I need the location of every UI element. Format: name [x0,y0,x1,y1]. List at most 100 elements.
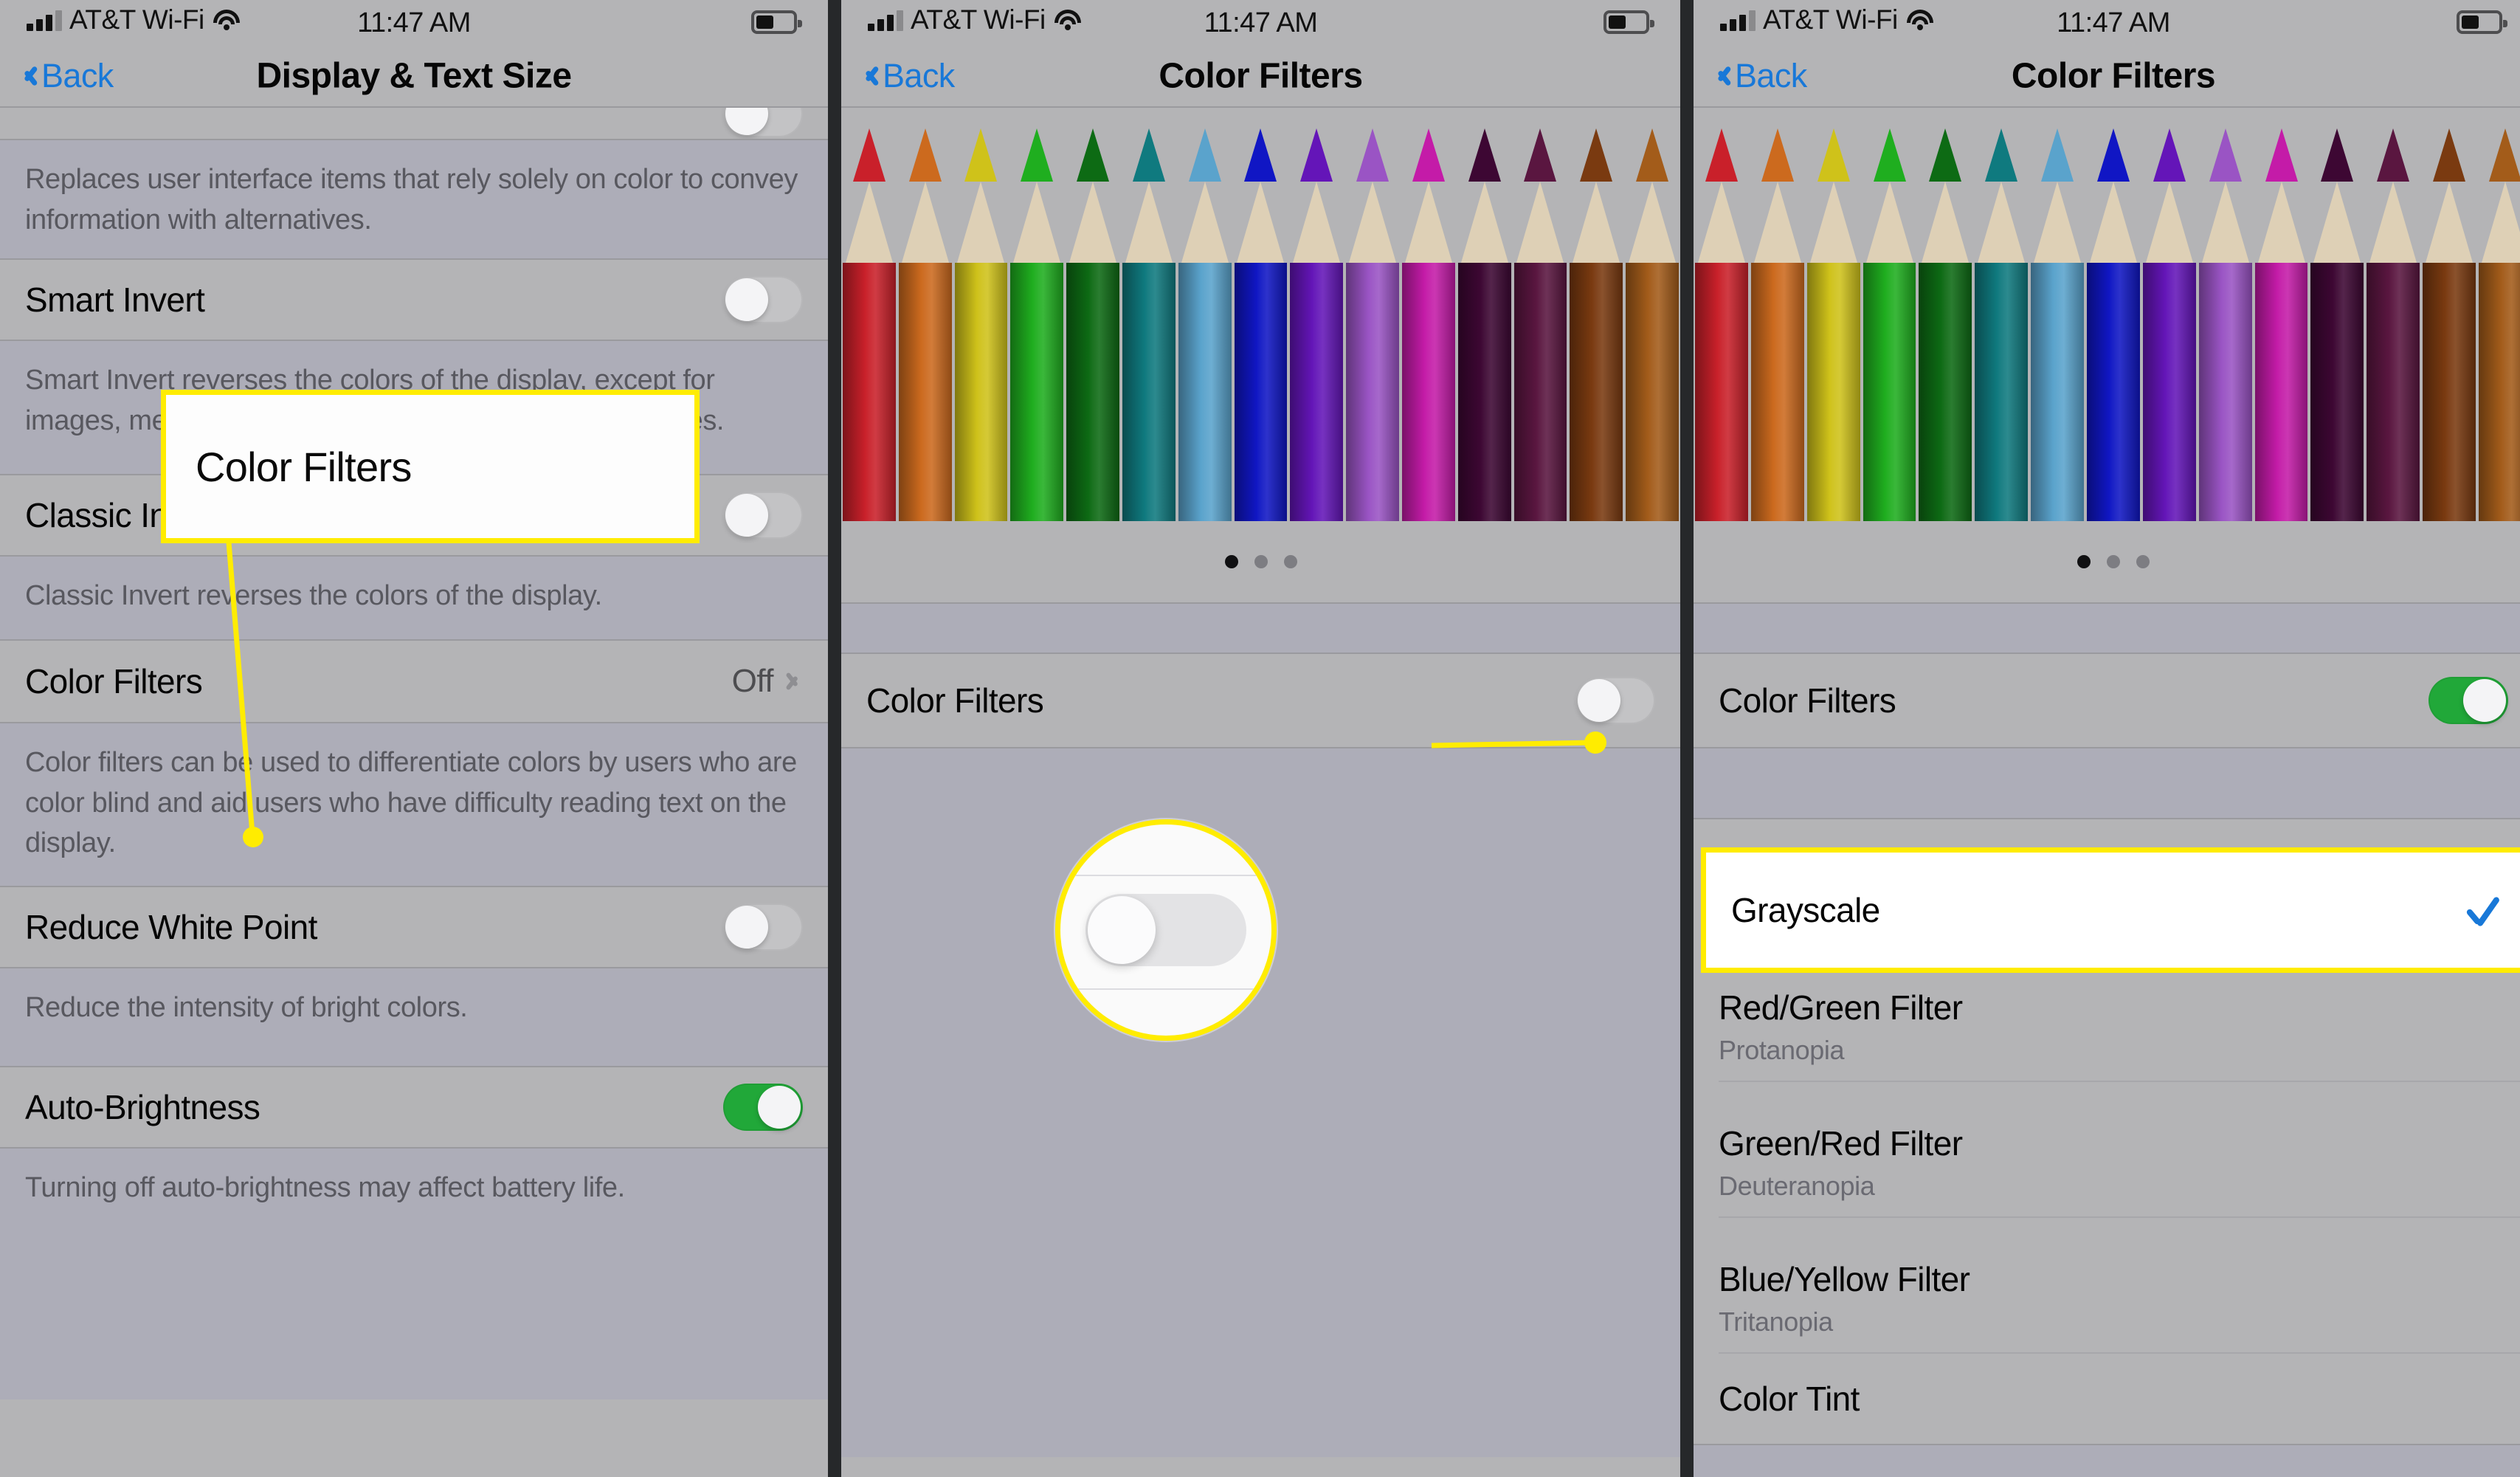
toggle-color-filters-3[interactable] [2428,677,2508,724]
status-bar-2: AT&T Wi-Fi 11:47 AM [841,0,1680,46]
option-row-grayscale[interactable]: Grayscale [1701,847,2520,973]
pencil-5 [1065,108,1121,521]
desc-color-filters: Color filters can be used to differentia… [0,723,828,886]
row-auto-brightness[interactable]: Auto-Brightness [0,1067,828,1147]
panel-gutter-2 [1680,0,1694,1477]
nav-bar-2: Back Color Filters [841,46,1680,106]
magnified-toggle-knob [1088,896,1156,964]
option-sub-blue-yellow-wrap: Tritanopia [1694,1306,2520,1352]
page-dots-3[interactable] [1694,521,2520,602]
pencil-3 [1806,108,1862,521]
row-label-reduce-white-point: Reduce White Point [25,908,317,946]
battery-icon [1604,10,1654,34]
callout-text: Color Filters [196,443,412,490]
page-title-1: Display & Text Size [256,56,572,96]
pencil-12 [1457,108,1513,521]
magnified-toggle-callout [1055,819,1277,1041]
page-title-2: Color Filters [1159,56,1363,96]
checkmark-icon [2465,893,2499,927]
pencil-10 [2198,108,2254,521]
bottom-spacer-3 [1694,1445,2520,1477]
row-color-filters[interactable]: Color Filters Off [0,641,828,722]
row-color-filters-toggle-3[interactable]: Color Filters [1694,654,2520,747]
option-sub-blue-yellow: Tritanopia [1719,1306,1833,1337]
callout-color-filters: Color Filters [161,390,700,543]
pencil-15 [2477,108,2520,521]
pencil-7 [1177,108,1233,521]
pencil-4 [1862,108,1918,521]
status-bar-1: AT&T Wi-Fi 11:47 AM [0,0,828,46]
page-dot-1[interactable] [2077,555,2091,568]
panel-color-filters-on: AT&T Wi-Fi 11:47 AM Back Color Filters C… [1694,0,2520,1477]
row-reduce-white-point[interactable]: Reduce White Point [0,887,828,967]
row-label-color-filters: Color Filters [25,662,203,700]
pencil-12 [2309,108,2365,521]
option-label-blue-yellow: Blue/Yellow Filter [1719,1260,1970,1298]
pencil-14 [1568,108,1624,521]
row-label-color-filters-2: Color Filters [866,681,1044,720]
pencil-2 [1750,108,1806,521]
pencil-13 [1513,108,1569,521]
pencil-13 [2365,108,2421,521]
toggle-reduce-white-point[interactable] [723,903,803,951]
panel-gutter-1 [828,0,841,1477]
colored-pencils-photo [841,108,1680,521]
toggle-color-filters-2[interactable] [1575,677,1655,724]
pencil-7 [2029,108,2085,521]
battery-icon [751,10,802,34]
option-sub-red-green: Protanopia [1719,1035,1845,1065]
toggle-smart-invert[interactable] [723,276,803,323]
bottom-spacer-2 [841,748,1680,1457]
status-clock: 11:47 AM [2057,7,2170,38]
pencil-8 [1233,108,1289,521]
status-bar-3: AT&T Wi-Fi 11:47 AM [1694,0,2520,46]
desc-reduce-white-point: Reduce the intensity of bright colors. [0,968,828,1066]
row-label-color-filters-3: Color Filters [1719,681,1896,720]
section-gap-3b [1694,748,2520,818]
section-gap-2 [841,604,1680,653]
page-dot-3[interactable] [1283,555,1297,568]
clipped-toggle[interactable] [723,108,803,137]
pencil-8 [2085,108,2141,521]
status-clock: 11:47 AM [357,7,471,38]
page-dot-1[interactable] [1224,555,1238,568]
page-dot-2[interactable] [1254,555,1268,568]
pencil-1 [1694,108,1750,521]
pencil-4 [1009,108,1065,521]
toggle-classic-invert[interactable] [723,492,803,539]
section-gap-3 [1694,604,2520,653]
clipped-toggle-row[interactable] [0,108,828,139]
pencil-9 [1288,108,1344,521]
battery-icon [2457,10,2507,34]
pencil-15 [1624,108,1680,521]
row-color-filters-toggle-2[interactable]: Color Filters [841,654,1680,747]
option-sub-green-red: Deuteranopia [1719,1171,1875,1201]
pencil-3 [953,108,1009,521]
option-label-red-green: Red/Green Filter [1719,988,1963,1027]
option-row-color-tint[interactable]: Color Tint [1694,1354,2520,1444]
desc-auto-brightness: Turning off auto-brightness may affect b… [0,1149,828,1252]
page-dot-2[interactable] [2107,555,2120,568]
pencil-9 [2141,108,2198,521]
bottom-spacer [0,1252,828,1399]
option-row-blue-yellow[interactable]: Blue/Yellow Filter [1694,1218,2520,1306]
row-smart-invert[interactable]: Smart Invert [0,260,828,340]
pencil-6 [1121,108,1177,521]
status-clock: 11:47 AM [1204,7,1318,38]
pencil-14 [2421,108,2477,521]
page-dots-2[interactable] [841,521,1680,602]
panel-color-filters-off: AT&T Wi-Fi 11:47 AM Back Color Filters C… [841,0,1680,1477]
nav-bar-3: Back Color Filters [1694,46,2520,106]
page-title-3: Color Filters [2011,56,2216,96]
panel-display-text-size: AT&T Wi-Fi 11:47 AM Back Display & Text … [0,0,828,1477]
pencil-1 [841,108,897,521]
option-sub-green-red-wrap: Deuteranopia [1694,1171,2520,1216]
colored-pencils-photo [1694,108,2520,521]
option-label-green-red: Green/Red Filter [1719,1124,1963,1163]
pencil-11 [2254,108,2310,521]
option-sub-red-green-wrap: Protanopia [1694,1035,2520,1081]
toggle-auto-brightness[interactable] [723,1084,803,1131]
page-dot-3[interactable] [2136,555,2150,568]
row-label-smart-invert: Smart Invert [25,280,205,319]
option-row-green-red[interactable]: Green/Red Filter [1694,1082,2520,1171]
